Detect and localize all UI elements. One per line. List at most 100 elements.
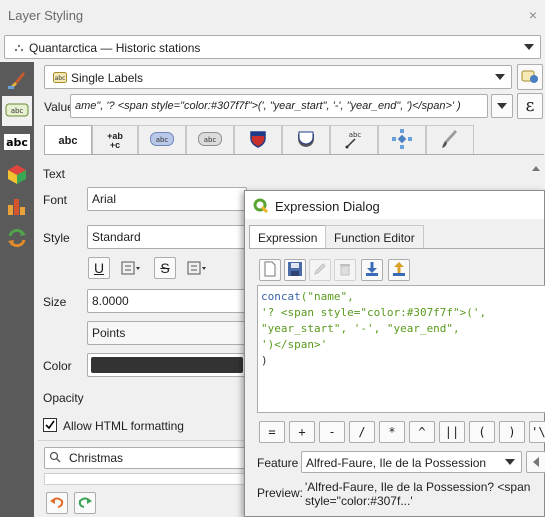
svg-text:abc: abc — [11, 107, 24, 115]
text-tab[interactable]: abc — [44, 125, 92, 155]
underline-button[interactable]: U — [88, 257, 110, 279]
strikeout-override-button[interactable] — [184, 259, 210, 277]
data-defined-override-icon — [118, 261, 144, 280]
save-button[interactable] — [284, 259, 306, 281]
placement-icon — [392, 129, 412, 152]
masks-item[interactable]: abc — [2, 128, 32, 158]
paintbrush-icon — [6, 69, 28, 94]
3d-view-item[interactable] — [2, 160, 32, 190]
undo-icon — [49, 495, 65, 512]
trash-icon — [338, 262, 352, 279]
preview-line-2: style="color:#307f...' — [305, 494, 413, 508]
operator-button[interactable]: ^ — [409, 421, 435, 443]
scroll-up-icon[interactable] — [532, 166, 540, 171]
mask-icon: abc — [198, 132, 222, 149]
preview-area — [44, 473, 247, 485]
value-expression-field[interactable]: ame", '? <span style="color:#307f7f">(',… — [70, 94, 488, 118]
expression-editor[interactable]: concat("name", '? <span style="color:#307… — [257, 285, 545, 413]
shadow-tab[interactable] — [282, 125, 330, 155]
expression-button[interactable]: ε — [517, 93, 543, 119]
labels-icon: abc — [5, 102, 29, 121]
value-dropdown-button[interactable] — [491, 94, 513, 118]
operator-button[interactable]: ( — [469, 421, 495, 443]
tab-expression[interactable]: Expression — [249, 225, 327, 249]
color-label: Color — [43, 359, 72, 373]
close-icon[interactable]: × — [524, 6, 542, 24]
operator-button[interactable]: - — [319, 421, 345, 443]
diagrams-item[interactable] — [2, 192, 32, 222]
strikeout-button[interactable]: S — [154, 257, 176, 279]
label-mode-select[interactable]: abc Single Labels — [44, 65, 512, 89]
callout-icon: abc — [343, 129, 365, 152]
history-item[interactable] — [2, 224, 32, 254]
code-fn: concat — [261, 290, 301, 303]
edit-button[interactable] — [309, 259, 331, 281]
background-tab[interactable] — [234, 125, 282, 155]
dialog-title: Expression Dialog — [275, 199, 380, 214]
buffer-icon: abc — [150, 132, 174, 149]
feature-select[interactable]: Alfred-Faure, Ile de la Possession — [301, 451, 522, 473]
tabs-baseline — [44, 154, 544, 155]
value-expression-text: ame", '? <span style="color:#307f7f">(',… — [75, 100, 461, 112]
new-file-button[interactable] — [259, 259, 281, 281]
style-label: Style — [43, 231, 70, 245]
font-select[interactable]: Arial — [87, 187, 247, 211]
shield-icon — [249, 130, 267, 151]
code-line-2: '? <span style="color:#307f7f">(', — [261, 306, 487, 319]
preview-text-value: Christmas — [69, 451, 124, 465]
font-value: Arial — [92, 192, 117, 206]
save-icon — [287, 261, 303, 280]
labels-item[interactable]: abc — [2, 96, 32, 126]
pencil-icon — [313, 262, 327, 279]
qgis-logo-icon — [253, 198, 269, 217]
preview-text-field[interactable]: Christmas — [44, 447, 247, 469]
size-label: Size — [43, 295, 67, 309]
operator-button[interactable]: || — [439, 421, 465, 443]
import-button[interactable] — [361, 259, 383, 281]
data-defined-override-icon — [184, 261, 210, 280]
label-mode-value: Single Labels — [71, 71, 144, 85]
rule-settings-button[interactable] — [517, 64, 543, 90]
callouts-tab[interactable]: abc — [330, 125, 378, 155]
tab-function-editor[interactable]: Function Editor — [325, 225, 424, 249]
redo-icon — [77, 495, 93, 512]
placement-tab[interactable] — [378, 125, 426, 155]
size-spinbox[interactable]: 8.0000 — [87, 289, 247, 313]
operator-button[interactable]: * — [379, 421, 405, 443]
text-section-header: Text — [43, 167, 66, 181]
mask-tab[interactable]: abc — [186, 125, 234, 155]
operator-button[interactable]: + — [289, 421, 315, 443]
operator-button[interactable]: = — [259, 421, 285, 443]
style-value: Standard — [92, 230, 141, 244]
rendering-tab[interactable] — [426, 125, 474, 155]
style-mode-panel: abc abc — [0, 62, 34, 517]
code-line-1: concat("name", — [261, 289, 542, 305]
redo-button[interactable] — [74, 492, 96, 514]
tab-baseline — [249, 248, 544, 249]
feature-label: Feature — [257, 456, 299, 470]
code-line-3: "year_start", '-', "year_end", — [261, 322, 460, 335]
symbology-item[interactable] — [2, 66, 32, 96]
formatting-tab[interactable]: +ab +c — [92, 125, 138, 155]
history-icon — [6, 227, 28, 252]
export-button[interactable] — [388, 259, 410, 281]
html-formatting-checkbox[interactable] — [43, 418, 57, 432]
color-button[interactable] — [87, 353, 247, 377]
download-icon — [364, 261, 380, 280]
single-labels-icon: abc — [53, 72, 67, 86]
svg-text:abc: abc — [349, 131, 362, 139]
size-unit-select[interactable]: Points — [87, 321, 247, 345]
undo-button[interactable] — [46, 492, 68, 514]
style-select[interactable]: Standard — [87, 225, 247, 249]
underline-override-button[interactable] — [118, 259, 144, 277]
operator-button[interactable]: '\n — [529, 421, 545, 443]
buffer-tab[interactable]: abc — [138, 125, 186, 155]
title-bar: Layer Styling × — [0, 0, 545, 30]
code-args: ("name", — [300, 290, 354, 303]
delete-button[interactable] — [334, 259, 356, 281]
operator-button[interactable]: ) — [499, 421, 525, 443]
operator-button[interactable]: / — [349, 421, 375, 443]
previous-feature-button[interactable] — [526, 451, 545, 473]
layer-selector[interactable]: Quantarctica — Historic stations — [4, 35, 541, 59]
chevron-down-icon — [497, 103, 507, 109]
